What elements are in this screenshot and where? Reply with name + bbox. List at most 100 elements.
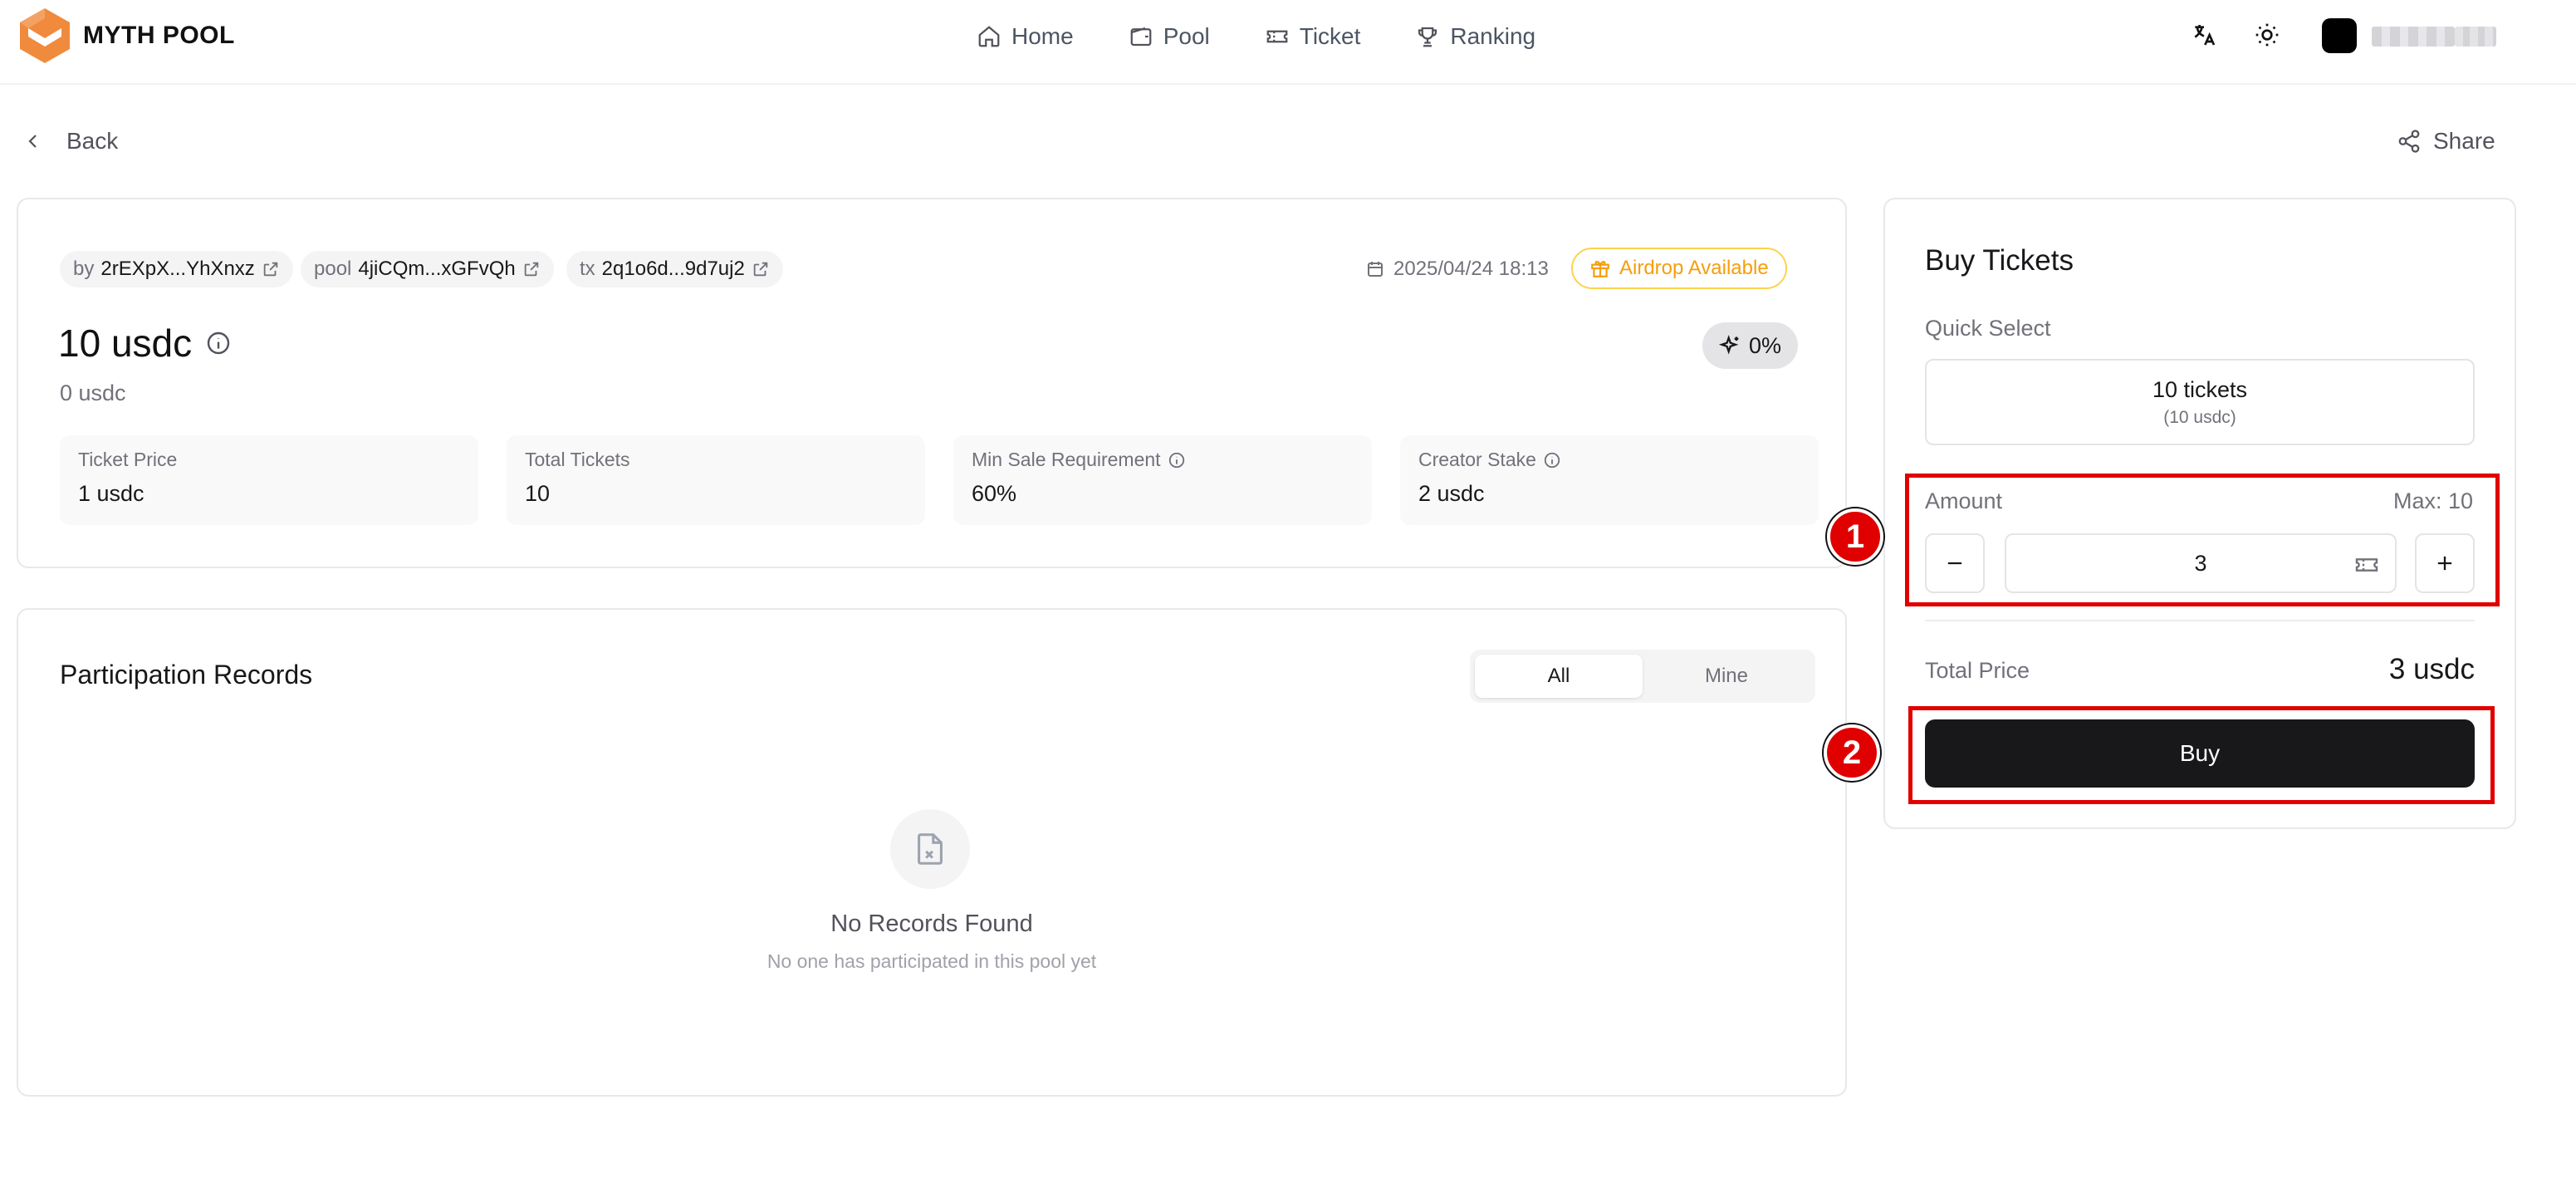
pool-date: 2025/04/24 18:13 [1365, 251, 1549, 287]
stat-label: Total Tickets [525, 449, 907, 471]
pool-amount-value: 10 usdc [58, 321, 193, 365]
share-button[interactable]: Share [2397, 123, 2495, 160]
progress-badge: 0% [1702, 322, 1799, 369]
stat-label-text: Min Sale Requirement [972, 449, 1161, 470]
total-price-value: 3 usdc [2388, 653, 2475, 685]
pool-date-value: 2025/04/24 18:13 [1393, 258, 1549, 280]
external-link-icon [263, 262, 278, 277]
tx-hash-chip[interactable]: tx 2q1o6d...9d7uj2 [566, 251, 783, 287]
pool-address-chip[interactable]: pool 4jiCQm...xGFvQh [301, 251, 554, 287]
chip-value: 2q1o6d...9d7uj2 [601, 258, 745, 280]
progress-value: 0% [1749, 332, 1782, 358]
creator-address-chip[interactable]: by 2rEXpX...YhXnxz [60, 251, 293, 287]
main-nav: Home Pool Ticket Ranking [977, 15, 1535, 58]
wallet-icon [1130, 27, 1152, 47]
myth-pool-logo-icon [20, 8, 70, 63]
chip-label: pool [314, 258, 352, 280]
nav-ticket-label: Ticket [1299, 23, 1361, 49]
minus-icon [1947, 562, 1962, 565]
back-label: Back [66, 128, 119, 154]
max-label: Max: 10 [2392, 488, 2473, 513]
stat-total-tickets: Total Tickets 10 [507, 435, 925, 525]
info-icon[interactable] [1168, 451, 1186, 469]
stat-label-text: Ticket Price [78, 449, 178, 470]
divider [1925, 620, 2475, 621]
quick-select-label: Quick Select [1925, 316, 2051, 341]
chip-value: 4jiCQm...xGFvQh [358, 258, 516, 280]
pool-amount: 10 usdc [58, 321, 232, 366]
increment-button[interactable] [2415, 533, 2475, 593]
ticket-quantity-input[interactable]: 3 [2005, 533, 2397, 593]
records-title: Participation Records [60, 660, 313, 690]
nav-ticket[interactable]: Ticket [1265, 23, 1361, 50]
stat-min-sale: Min Sale Requirement 60% [953, 435, 1372, 525]
stat-value: 60% [972, 481, 1017, 506]
back-button[interactable]: Back [23, 123, 118, 160]
plus-icon [2437, 556, 2452, 571]
tab-mine[interactable]: Mine [1643, 655, 1810, 698]
buy-tickets-card: Buy Tickets Quick Select 10 tickets (10 … [1883, 198, 2516, 829]
stat-label: Creator Stake [1418, 449, 1800, 471]
quick-select-price: (10 usdc) [2163, 407, 2236, 427]
annotation-marker-2: 2 [1824, 724, 1880, 781]
user-avatar[interactable] [2322, 18, 2357, 53]
wallet-address-redacted-tail [2455, 27, 2496, 47]
translate-icon [2194, 25, 2216, 46]
ticket-quantity-value: 3 [2194, 550, 2207, 576]
annotation-marker-1: 1 [1827, 508, 1883, 565]
info-icon[interactable] [205, 330, 232, 356]
stat-label: Min Sale Requirement [972, 449, 1354, 471]
ticket-icon [1266, 30, 1288, 43]
tab-all[interactable]: All [1475, 655, 1643, 698]
records-tabs: All Mine [1470, 650, 1815, 703]
decrement-button[interactable] [1925, 533, 1985, 593]
quick-select-tickets: 10 tickets [2152, 376, 2248, 402]
stat-label-text: Total Tickets [525, 449, 630, 470]
nav-ranking[interactable]: Ranking [1415, 23, 1535, 50]
gift-icon [1591, 261, 1609, 277]
participation-records-card: Participation Records All Mine No Record… [17, 608, 1847, 1097]
external-link-icon [524, 262, 538, 277]
sun-icon [2255, 23, 2279, 47]
language-button[interactable] [2187, 18, 2221, 52]
external-link-icon [753, 262, 768, 277]
theme-toggle-button[interactable] [2250, 18, 2284, 52]
stat-value: 2 usdc [1418, 481, 1485, 506]
trophy-icon [1418, 27, 1437, 47]
stat-value: 10 [525, 481, 551, 506]
stat-creator-stake: Creator Stake 2 usdc [1400, 435, 1819, 525]
nav-home[interactable]: Home [977, 23, 1074, 50]
empty-state-subtitle: No one has participated in this pool yet [766, 950, 1097, 972]
amount-label: Amount [1925, 488, 2003, 513]
nav-home-label: Home [1011, 23, 1074, 49]
nav-pool[interactable]: Pool [1129, 23, 1210, 50]
file-x-icon [918, 833, 943, 865]
chip-label: by [73, 258, 95, 280]
stat-ticket-price: Ticket Price 1 usdc [60, 435, 478, 525]
buy-title: Buy Tickets [1925, 244, 2074, 277]
brand-logo[interactable]: MYTH POOL [18, 7, 235, 65]
empty-state-icon [890, 809, 970, 889]
empty-state-title: No Records Found [830, 910, 1033, 937]
stat-label-text: Creator Stake [1418, 449, 1536, 470]
share-icon [2398, 130, 2420, 153]
home-icon [978, 26, 1000, 47]
total-price-label: Total Price [1925, 658, 2030, 683]
ticket-icon [2355, 558, 2378, 572]
buy-button[interactable]: Buy [1925, 719, 2475, 788]
nav-ranking-label: Ranking [1450, 23, 1536, 49]
sparkle-icon [1719, 335, 1739, 355]
quick-select-option[interactable]: 10 tickets (10 usdc) [1925, 359, 2475, 445]
share-label: Share [2433, 128, 2495, 154]
pool-summary-card: by 2rEXpX...YhXnxz pool 4jiCQm...xGFvQh … [17, 198, 1847, 568]
pool-amount-sub: 0 usdc [60, 380, 126, 405]
wallet-address-redacted[interactable] [2372, 27, 2455, 47]
info-icon[interactable] [1543, 451, 1561, 469]
chevron-left-icon [28, 135, 37, 148]
brand-name: MYTH POOL [83, 22, 235, 49]
stat-value: 1 usdc [78, 481, 144, 506]
stat-label: Ticket Price [78, 449, 460, 471]
nav-pool-label: Pool [1163, 23, 1210, 49]
chip-value: 2rEXpX...YhXnxz [100, 258, 255, 280]
airdrop-label: Airdrop Available [1619, 257, 1769, 279]
